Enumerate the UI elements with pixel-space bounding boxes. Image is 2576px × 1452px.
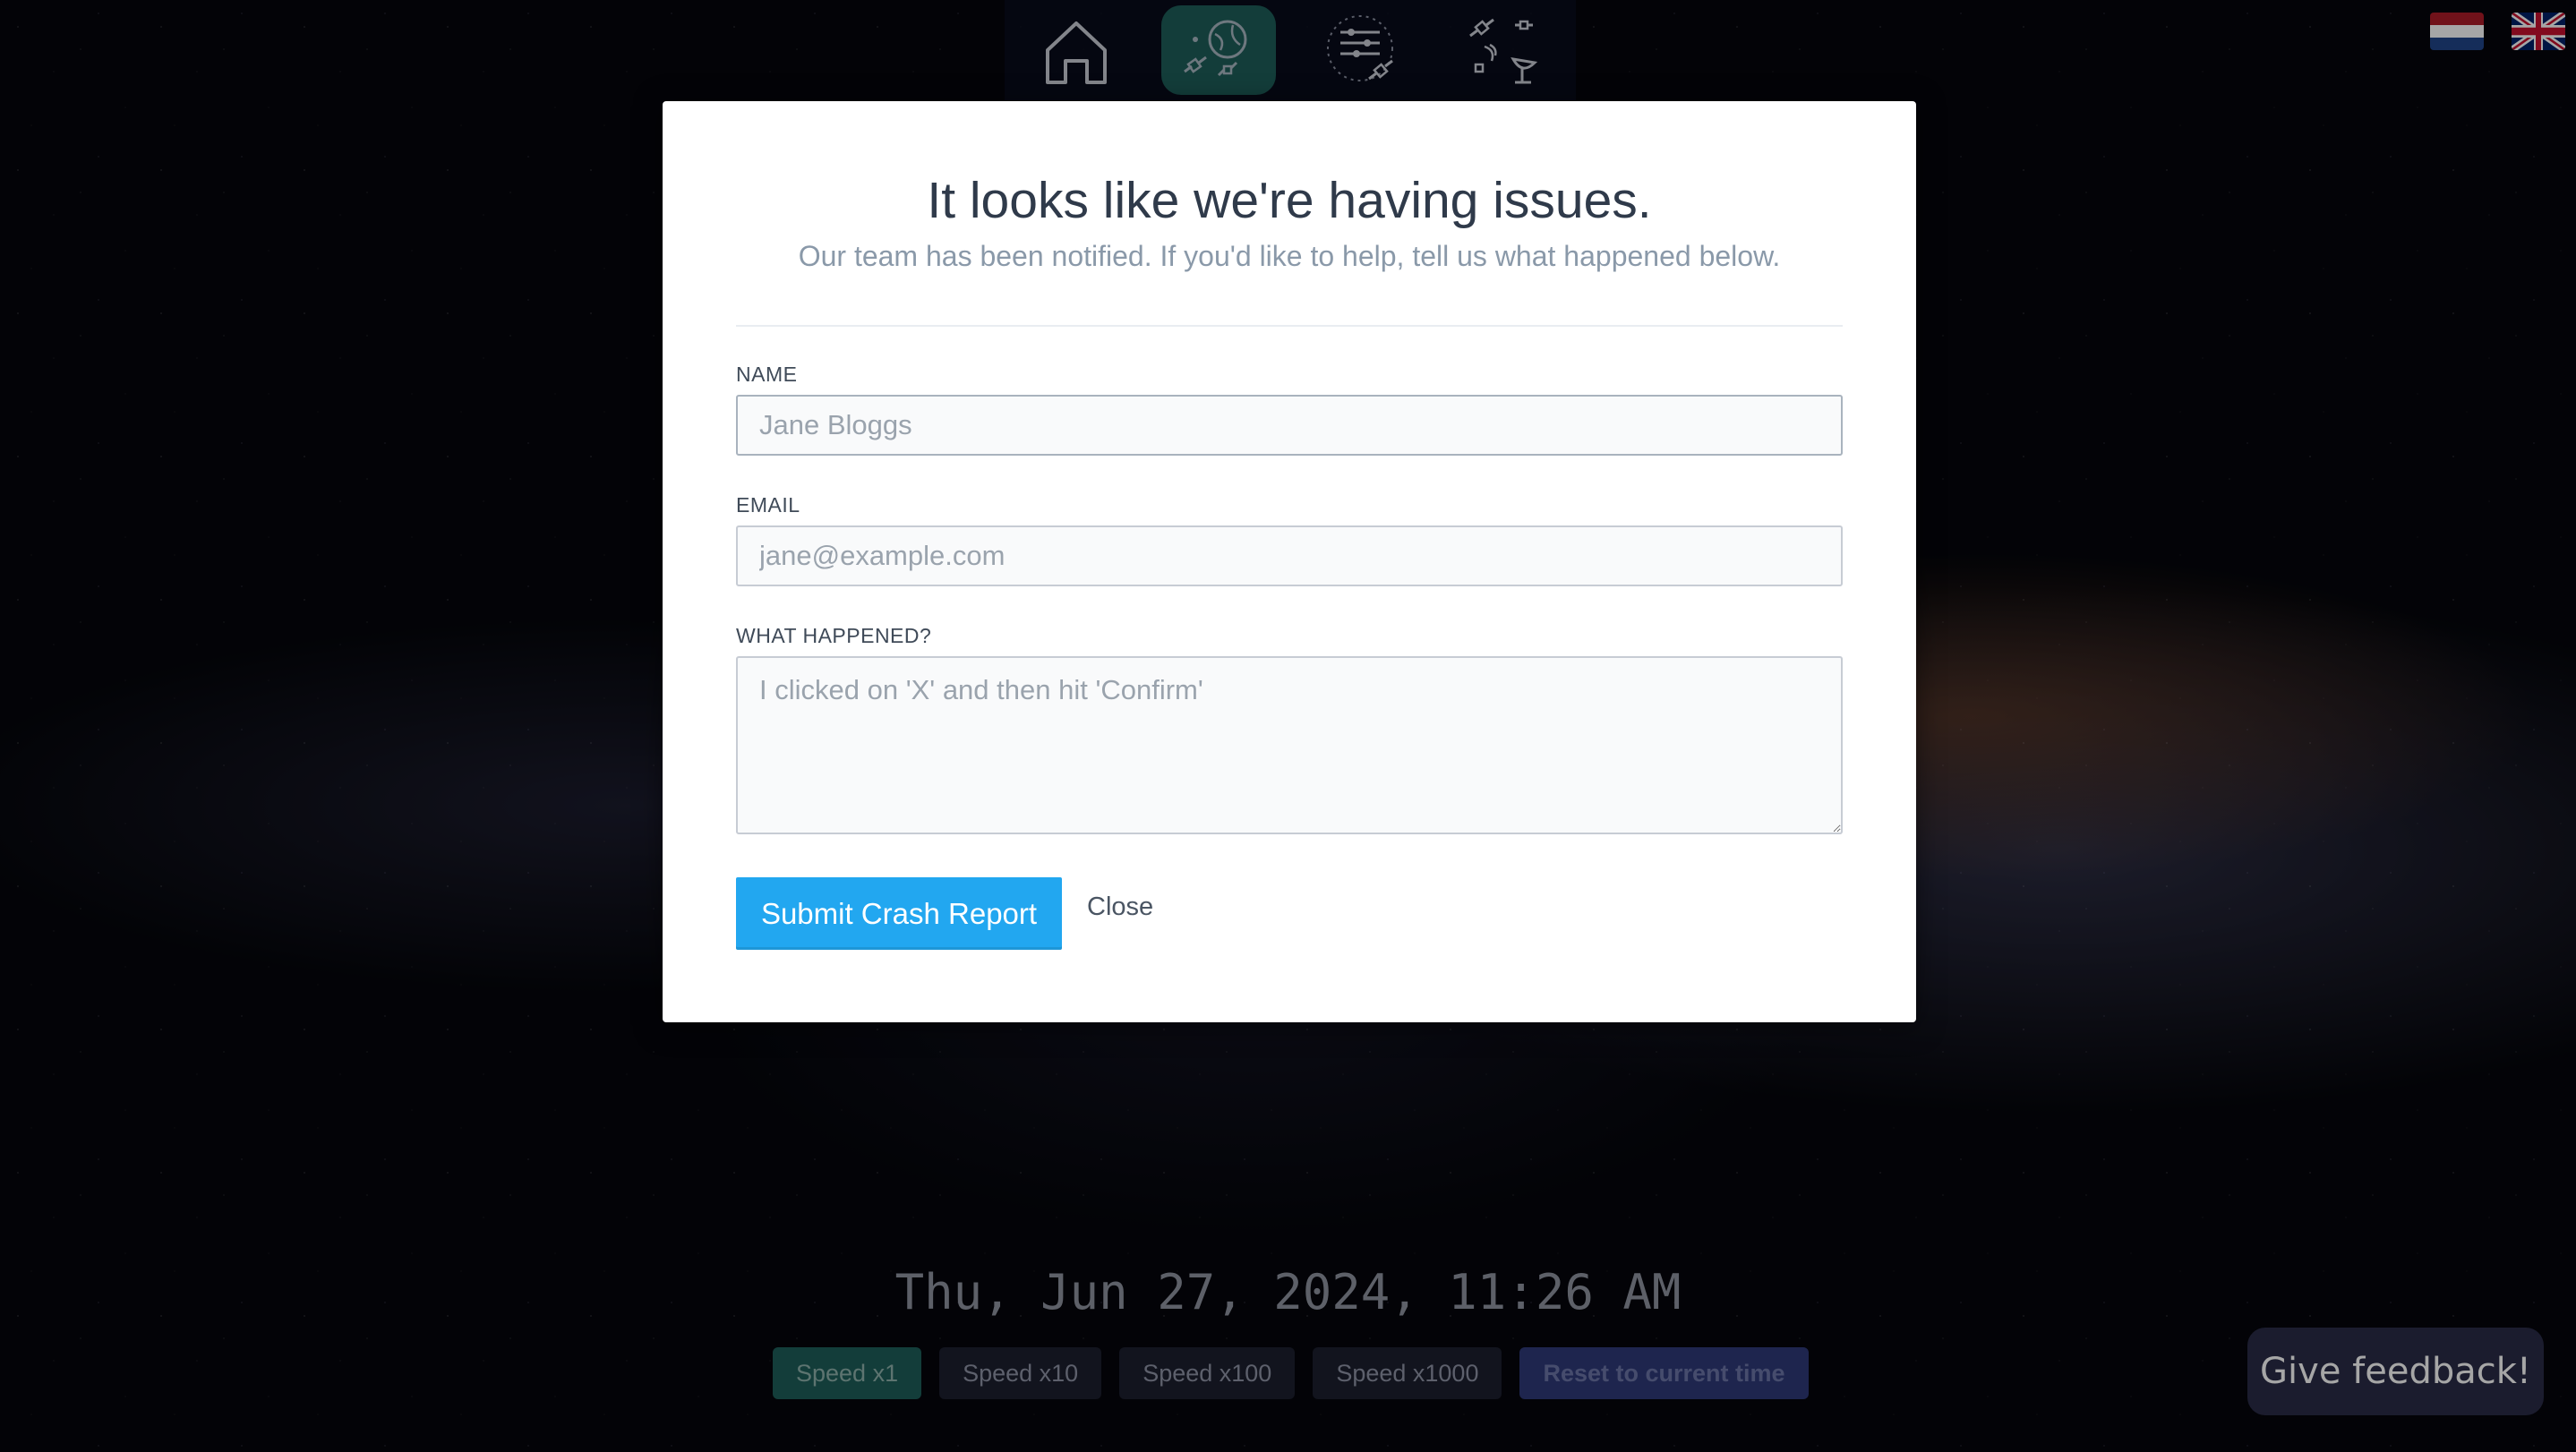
name-input[interactable] bbox=[736, 395, 1843, 456]
dialog-subtitle: Our team has been notified. If you'd lik… bbox=[798, 240, 1781, 272]
submit-crash-report-button[interactable]: Submit Crash Report bbox=[736, 877, 1062, 950]
name-label: NAME bbox=[736, 363, 798, 386]
what-happened-label: WHAT HAPPENED? bbox=[736, 624, 932, 647]
email-input[interactable] bbox=[736, 525, 1843, 586]
what-happened-textarea[interactable] bbox=[736, 656, 1843, 834]
dialog-divider bbox=[736, 325, 1843, 327]
dialog-title: It looks like we're having issues. bbox=[927, 172, 1652, 229]
email-label: EMAIL bbox=[736, 493, 800, 517]
close-link[interactable]: Close bbox=[1087, 893, 1153, 922]
crash-report-dialog: It looks like we're having issues. Our t… bbox=[663, 101, 1916, 1022]
